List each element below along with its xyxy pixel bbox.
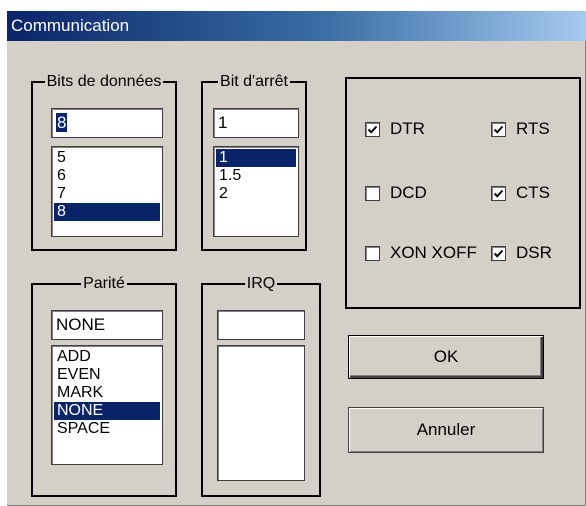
list-item[interactable]: 8 [54, 203, 160, 221]
parity-group: Parité NONE ADD EVEN MARK NONE SPACE [31, 275, 177, 497]
irq-list[interactable] [217, 345, 305, 481]
cts-label: CTS [516, 183, 550, 202]
dcd-checkmark-icon [365, 185, 380, 201]
dsr-checkbox[interactable]: DSR [491, 243, 552, 263]
cancel-button[interactable]: Annuler [348, 407, 544, 453]
cts-checkmark-icon [491, 185, 506, 201]
dsr-checkmark-icon [491, 245, 506, 261]
parity-list[interactable]: ADD EVEN MARK NONE SPACE [51, 345, 163, 465]
list-item[interactable]: ADD [54, 348, 160, 366]
xon-xoff-checkbox[interactable]: XON XOFF [365, 243, 477, 263]
list-item[interactable]: EVEN [54, 366, 160, 384]
data-bits-label: Bits de données [44, 73, 164, 90]
dcd-label: DCD [390, 183, 427, 202]
list-item[interactable]: SPACE [54, 420, 160, 438]
list-item[interactable]: 6 [54, 167, 160, 185]
rts-checkmark-icon [491, 121, 506, 137]
list-item[interactable]: 2 [216, 185, 296, 203]
data-bits-value: 8 [56, 113, 68, 132]
list-item[interactable]: 1 [216, 149, 296, 167]
dcd-checkbox[interactable]: DCD [365, 183, 427, 203]
cancel-label: Annuler [416, 420, 476, 439]
signals-group: DTR RTS DCD CTS XON XOFF DSR [345, 77, 581, 309]
xon-xoff-label: XON XOFF [390, 243, 477, 262]
list-item[interactable]: NONE [54, 402, 160, 420]
rts-checkbox[interactable]: RTS [491, 119, 550, 139]
dsr-label: DSR [516, 243, 552, 262]
data-bits-group: Bits de données 8 5678 [31, 73, 177, 251]
title-bar[interactable]: Communication [7, 11, 586, 41]
list-item[interactable]: 5 [54, 149, 160, 167]
stop-bits-input[interactable]: 1 [213, 108, 299, 138]
stop-bits-value: 1 [218, 113, 228, 132]
window-title: Communication [11, 16, 130, 35]
communication-dialog: Communication Bits de données 8 5678 Bit… [6, 10, 586, 506]
ok-label: OK [433, 347, 459, 366]
irq-label: IRQ [244, 275, 278, 292]
data-bits-input[interactable]: 8 [51, 108, 163, 138]
ok-button[interactable]: OK [348, 335, 544, 379]
list-item[interactable]: 7 [54, 185, 160, 203]
parity-label: Parité [81, 275, 127, 292]
xon-xoff-checkmark-icon [365, 245, 380, 261]
stop-bits-group: Bit d'arrêt 1 1 1.5 2 [201, 73, 307, 251]
dtr-checkmark-icon [365, 121, 380, 137]
dtr-label: DTR [390, 119, 425, 138]
irq-group: IRQ [201, 275, 321, 497]
parity-value: NONE [56, 315, 106, 334]
cts-checkbox[interactable]: CTS [491, 183, 550, 203]
list-item[interactable]: MARK [54, 384, 160, 402]
dtr-checkbox[interactable]: DTR [365, 119, 425, 139]
data-bits-list[interactable]: 5678 [51, 146, 163, 237]
parity-input[interactable]: NONE [51, 310, 163, 340]
stop-bits-label: Bit d'arrêt [218, 73, 290, 90]
irq-input[interactable] [217, 310, 305, 340]
list-item[interactable]: 1.5 [216, 167, 296, 185]
rts-label: RTS [516, 119, 550, 138]
stop-bits-list[interactable]: 1 1.5 2 [213, 146, 299, 237]
